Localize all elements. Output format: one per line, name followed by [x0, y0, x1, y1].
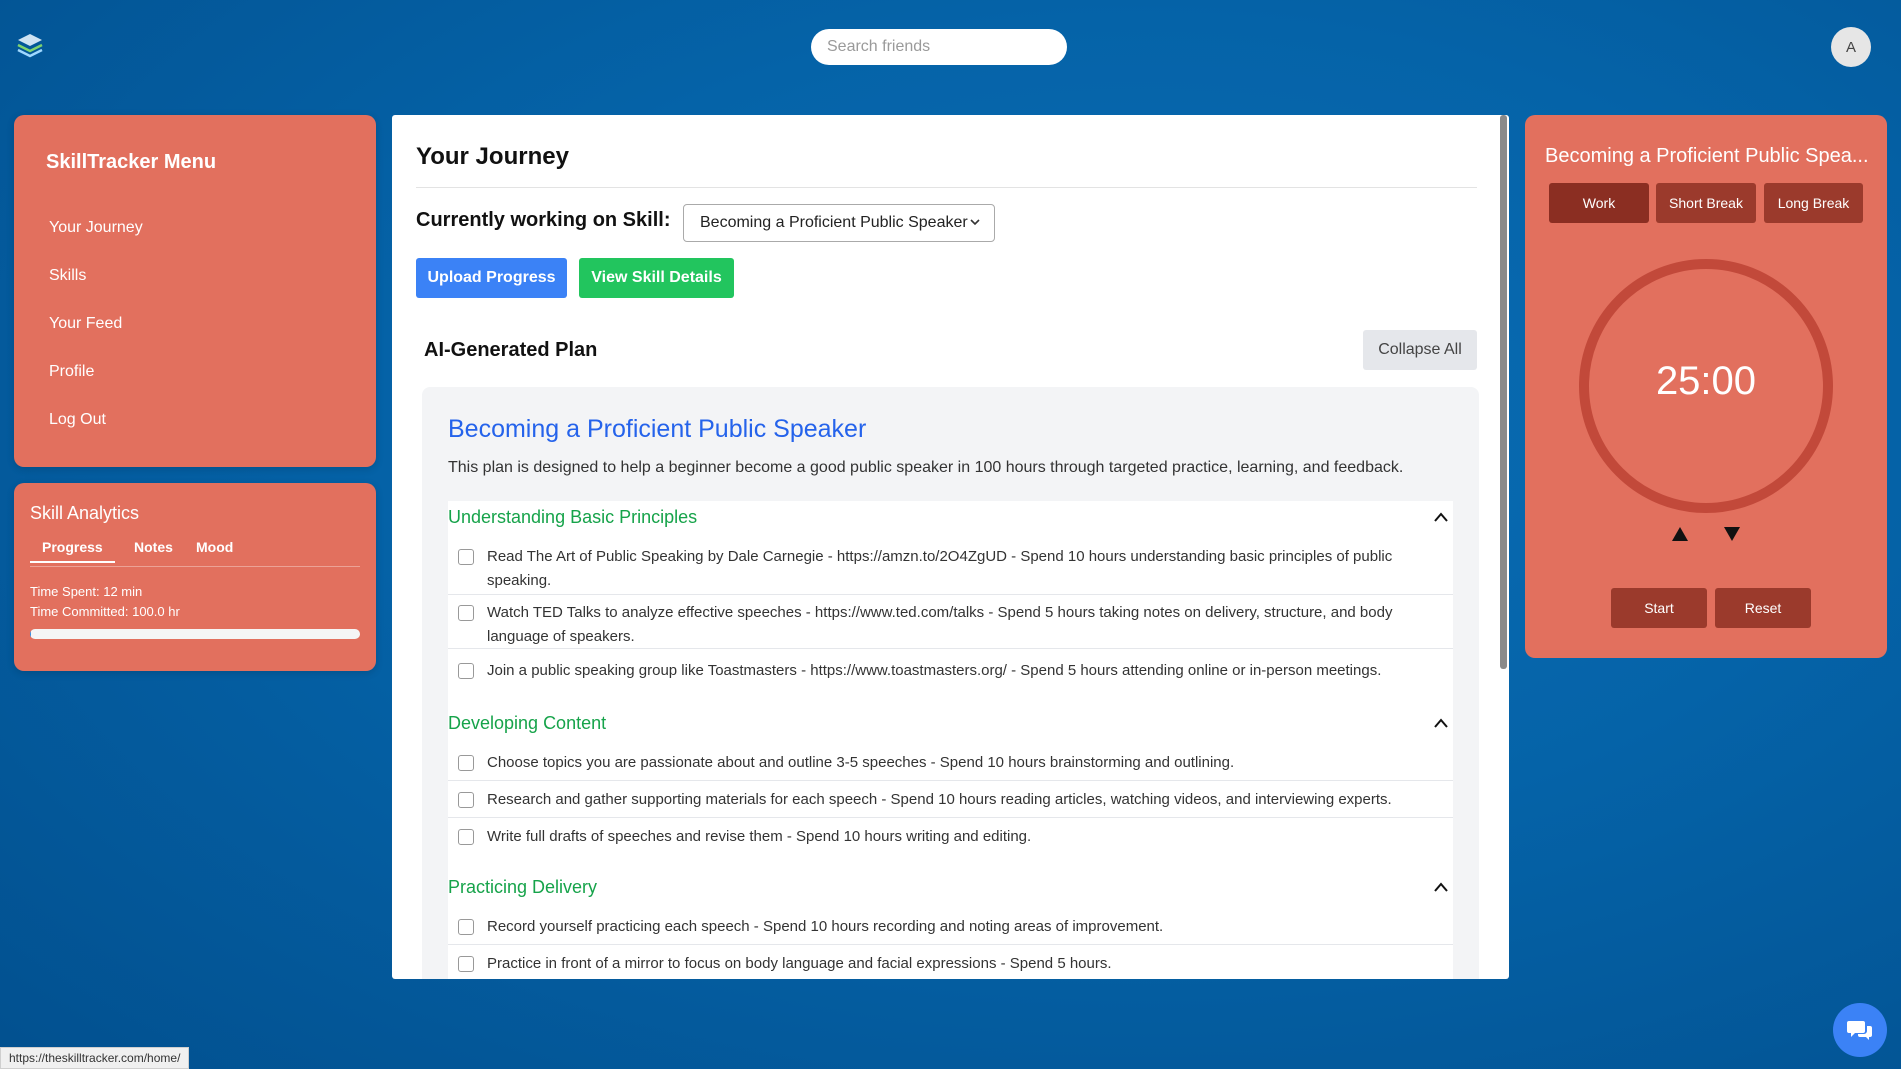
section-title[interactable]: Understanding Basic Principles — [448, 507, 697, 528]
task-checkbox[interactable] — [458, 755, 474, 771]
task-text: Read The Art of Public Speaking by Dale … — [487, 548, 1393, 589]
chevron-down-icon — [970, 219, 980, 226]
task-checkbox[interactable] — [458, 605, 474, 621]
avatar[interactable]: A — [1831, 27, 1871, 67]
task-checkbox[interactable] — [458, 663, 474, 679]
tab-progress[interactable]: Progress — [30, 539, 115, 563]
tab-mood[interactable]: Mood — [196, 539, 233, 561]
divider — [416, 187, 1477, 188]
list-item: Join a public speaking group like Toastm… — [448, 659, 1453, 689]
time-committed: Time Committed: 100.0 hr — [30, 604, 180, 619]
plan-description: This plan is designed to help a beginner… — [448, 459, 1404, 476]
skill-select[interactable]: Becoming a Proficient Public Speaker — [683, 204, 995, 242]
skill-label: Currently working on Skill: — [416, 209, 671, 231]
analytics-tabs: Progress Notes Mood — [30, 539, 360, 567]
sidebar-item-skills[interactable]: Skills — [49, 267, 86, 285]
status-url: https://theskilltracker.com/home/ — [0, 1047, 190, 1069]
progress-bar — [30, 629, 360, 639]
chat-icon — [1847, 1021, 1872, 1040]
sidebar-item-log-out[interactable]: Log Out — [49, 411, 106, 429]
chevron-up-icon[interactable] — [1433, 717, 1449, 729]
work-mode-button[interactable]: Work — [1549, 183, 1649, 223]
start-button[interactable]: Start — [1611, 588, 1707, 628]
sidebar-menu: SkillTracker Menu Your Journey Skills Yo… — [14, 115, 376, 467]
task-checkbox[interactable] — [458, 919, 474, 935]
tab-notes[interactable]: Notes — [134, 539, 173, 561]
skill-analytics-panel: Skill Analytics Progress Notes Mood Time… — [14, 483, 376, 671]
task-text: Research and gather supporting materials… — [487, 791, 1392, 808]
list-item: Write full drafts of speeches and revise… — [448, 825, 1453, 855]
chevron-up-icon[interactable] — [1433, 881, 1449, 893]
time-spent: Time Spent: 12 min — [30, 584, 143, 599]
section-title[interactable]: Developing Content — [448, 713, 606, 734]
timer-display: 25:00 — [1655, 359, 1757, 403]
plan-section: Practicing Delivery Record yourself prac… — [448, 871, 1453, 979]
view-skill-details-button[interactable]: View Skill Details — [579, 258, 734, 298]
sidebar-item-profile[interactable]: Profile — [49, 363, 94, 381]
task-text: Choose topics you are passionate about a… — [487, 754, 1235, 771]
list-item: Research and gather supporting materials… — [448, 788, 1453, 818]
pomodoro-timer: Becoming a Proficient Public Spea... Wor… — [1525, 115, 1887, 658]
increase-time-icon[interactable] — [1670, 525, 1690, 543]
reset-button[interactable]: Reset — [1715, 588, 1811, 628]
task-checkbox[interactable] — [458, 792, 474, 808]
analytics-title: Skill Analytics — [30, 503, 140, 523]
scrollbar[interactable] — [1500, 115, 1507, 669]
list-item: Watch TED Talks to analyze effective spe… — [448, 601, 1453, 649]
chat-button[interactable] — [1833, 1003, 1887, 1057]
selected-skill: Becoming a Proficient Public Speaker — [700, 214, 968, 231]
task-text: Record yourself practicing each speech -… — [487, 918, 1164, 935]
plan-box: Becoming a Proficient Public Speaker Thi… — [422, 387, 1479, 979]
progress-bar-fill — [30, 629, 31, 639]
short-break-button[interactable]: Short Break — [1656, 183, 1756, 223]
task-text: Practice in front of a mirror to focus o… — [487, 955, 1112, 972]
menu-title: SkillTracker Menu — [46, 151, 217, 173]
app-logo-icon[interactable] — [16, 32, 44, 60]
task-text: Join a public speaking group like Toastm… — [487, 662, 1382, 679]
list-item: Practice in front of a mirror to focus o… — [448, 952, 1453, 979]
task-checkbox[interactable] — [458, 549, 474, 565]
task-text: Write full drafts of speeches and revise… — [487, 828, 1032, 845]
timer-title: Becoming a Proficient Public Spea... — [1545, 145, 1869, 167]
task-text: Watch TED Talks to analyze effective spe… — [487, 604, 1393, 645]
task-checkbox[interactable] — [458, 956, 474, 972]
long-break-button[interactable]: Long Break — [1764, 183, 1863, 223]
task-checkbox[interactable] — [458, 829, 474, 845]
sidebar-item-your-journey[interactable]: Your Journey — [49, 219, 143, 237]
plan-title: Becoming a Proficient Public Speaker — [448, 415, 867, 443]
plan-heading: AI-Generated Plan — [424, 339, 598, 361]
decrease-time-icon[interactable] — [1722, 525, 1742, 543]
plan-section: Understanding Basic Principles Read The … — [448, 501, 1453, 707]
page-title: Your Journey — [416, 143, 569, 170]
list-item: Read The Art of Public Speaking by Dale … — [448, 545, 1453, 595]
sidebar-item-your-feed[interactable]: Your Feed — [49, 315, 122, 333]
search-input[interactable] — [811, 29, 1067, 65]
collapse-all-button[interactable]: Collapse All — [1363, 330, 1477, 370]
list-item: Choose topics you are passionate about a… — [448, 751, 1453, 781]
chevron-up-icon[interactable] — [1433, 511, 1449, 523]
upload-progress-button[interactable]: Upload Progress — [416, 258, 567, 298]
section-title[interactable]: Practicing Delivery — [448, 877, 597, 898]
list-item: Record yourself practicing each speech -… — [448, 915, 1453, 945]
plan-section: Developing Content Choose topics you are… — [448, 707, 1453, 871]
journey-card: Your Journey Currently working on Skill:… — [392, 115, 1509, 979]
